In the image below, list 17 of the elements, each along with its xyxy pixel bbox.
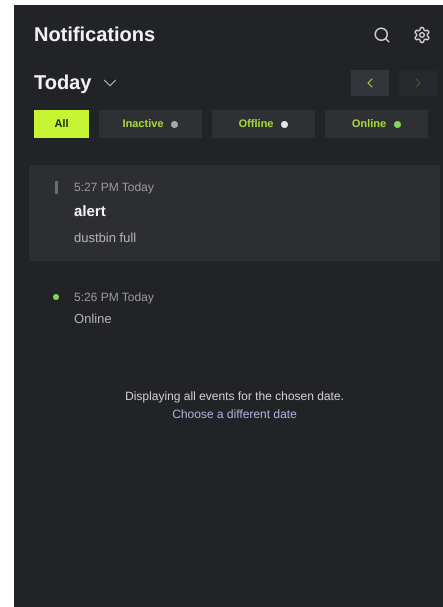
event-detail: Online [74, 310, 113, 328]
info-message: Displaying all events for the chosen date. [125, 388, 344, 404]
panel-title: Notifications [34, 23, 156, 48]
event-time: 5:26 PM Today [74, 289, 154, 305]
event-title: alert [74, 202, 107, 222]
search-icon[interactable] [373, 26, 391, 44]
settings-icon[interactable] [413, 26, 431, 44]
choose-date-link[interactable]: Choose a different date [172, 404, 297, 422]
event-item[interactable]: 5:27 PM Today alert dustbin full [29, 165, 440, 261]
filter-tab[interactable]: Offline [212, 110, 315, 138]
event-time: 5:27 PM Today [74, 179, 154, 195]
event-item[interactable]: 5:26 PM Today Online [29, 275, 440, 342]
filter-tab[interactable]: All [34, 110, 89, 138]
filter-tab[interactable]: Online [325, 110, 428, 138]
event-detail: dustbin full [74, 228, 138, 246]
date-dropdown[interactable]: Today [34, 68, 122, 98]
filter-tab[interactable]: Inactive [99, 110, 202, 138]
